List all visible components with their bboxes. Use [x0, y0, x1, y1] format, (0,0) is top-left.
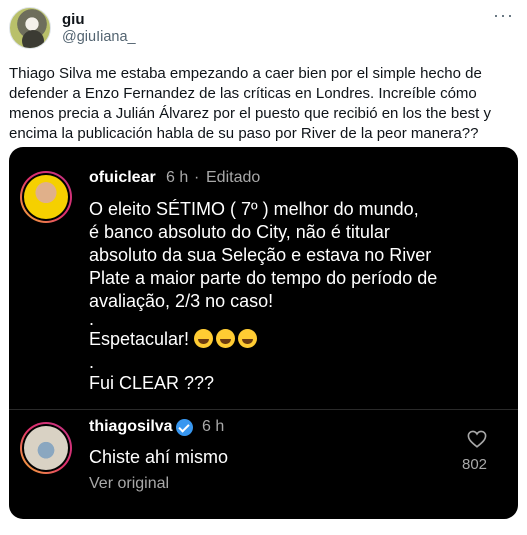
grinning-emoji-icon: [216, 329, 236, 348]
comment-line-2: é banco absoluto do City, não é titular: [89, 222, 390, 242]
tweet: giu @giuIiana_ ··· Thiago Silva me estab…: [0, 0, 527, 535]
author-handle[interactable]: @giuIiana_: [62, 29, 136, 45]
grinning-emoji-icon: [194, 329, 214, 348]
comment-line-7: Espetacular!: [89, 328, 260, 351]
more-options-icon[interactable]: ···: [493, 6, 514, 24]
author-avatar[interactable]: [9, 7, 51, 49]
author-display-name[interactable]: giu: [62, 11, 85, 28]
comment-line-4: Plate a maior parte do tempo do período …: [89, 268, 438, 288]
grinning-emoji-icon: [238, 329, 258, 348]
comment-line-8: .: [89, 352, 95, 372]
divider: [9, 409, 518, 410]
comment-time: 6 h: [166, 169, 189, 186]
reply-time: 6 h: [202, 418, 225, 435]
tweet-text: Thiago Silva me estaba empezando a caer …: [9, 65, 491, 142]
quoted-media-card[interactable]: ofuiclear 6 h · Editado O eleito SÉTIMO …: [9, 147, 518, 519]
comment-line-9: Fui CLEAR ???: [89, 373, 215, 393]
like-count: 802: [462, 456, 488, 473]
comment-username: ofuiclear: [89, 169, 156, 186]
ofuiclear-avatar: [20, 171, 72, 223]
comment-line-5: avaliação, 2/3 no caso!: [89, 291, 274, 311]
comment-edited-label: Editado: [206, 169, 261, 186]
see-original-link: Ver original: [89, 475, 170, 492]
reply-username: thiagosilva: [89, 418, 173, 435]
reply-text: Chiste ahí mismo: [89, 447, 229, 467]
verified-badge-icon: [176, 419, 193, 436]
comment-line-3: absoluto da sua Seleção e estava no Rive…: [89, 245, 432, 265]
comment-separator: ·: [194, 169, 200, 186]
comment-line-1: O eleito SÉTIMO ( 7º ) melhor do mundo,: [89, 199, 419, 219]
thiagosilva-avatar: [20, 422, 72, 474]
heart-icon: [467, 430, 487, 448]
comment-line-7-text: Espetacular!: [89, 329, 190, 349]
